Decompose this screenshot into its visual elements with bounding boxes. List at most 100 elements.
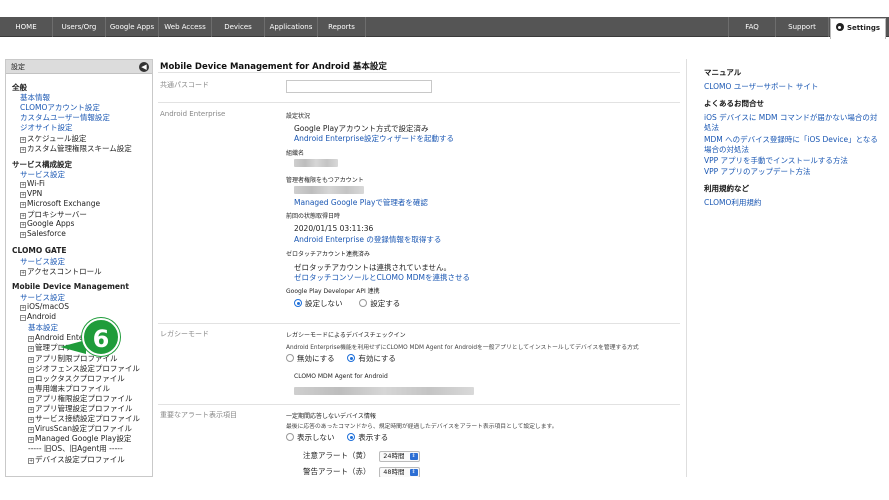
select-arrows-icon: ⇕	[409, 452, 418, 460]
legacy-enable-radio[interactable]	[347, 354, 356, 362]
legacy-disable-label: 無効にする	[297, 354, 335, 363]
expand-icon[interactable]: +	[28, 376, 34, 383]
sidebar-item-label: VirusScan設定プロファイル	[35, 424, 133, 434]
sidebar-item-label: ロックタスクプロファイル	[35, 373, 125, 383]
tab-applications[interactable]: Applications	[265, 17, 318, 37]
expand-icon[interactable]: +	[20, 305, 26, 311]
tab-home[interactable]: HOME	[0, 17, 53, 37]
select-arrows-icon: ⇕	[409, 468, 418, 476]
tab-faq[interactable]: FAQ	[728, 17, 776, 37]
terms-heading: 利用規約など	[704, 184, 749, 193]
faq-link-1[interactable]: iOS デバイスに MDM コマンドが届かない場合の対	[704, 112, 877, 123]
sidebar-item-label: サービス構成設定	[12, 159, 72, 169]
caution-alert-row: 注意アラート（黄） 24時間 ⇕	[303, 450, 420, 462]
tab-google-apps[interactable]: Google Apps	[106, 17, 159, 37]
sidebar-item-11[interactable]: + VPN	[20, 189, 42, 198]
tab-users-org[interactable]: Users/Org	[53, 17, 106, 37]
collapse-icon[interactable]: −	[20, 315, 26, 322]
expand-icon[interactable]: +	[28, 427, 34, 434]
alert-show-radio[interactable]	[347, 433, 356, 441]
expand-icon[interactable]: +	[28, 336, 34, 343]
expand-icon[interactable]: +	[28, 386, 34, 393]
expand-icon[interactable]: +	[20, 202, 26, 209]
gear-icon	[835, 23, 844, 31]
caution-alert-label: 注意アラート（黄）	[303, 451, 371, 460]
expand-icon[interactable]: +	[28, 407, 34, 413]
expand-icon[interactable]: +	[20, 213, 26, 220]
sidebar-item-6[interactable]: + カスタム管理権限スキーム設定	[20, 143, 132, 154]
collapse-sidebar-icon[interactable]: ◀	[139, 62, 149, 72]
sidebar-header: 設定 ◀	[6, 60, 152, 74]
sidebar-item-label: カスタムユーザー情報設定	[20, 113, 110, 123]
passcode-input[interactable]	[286, 80, 432, 93]
expand-icon[interactable]: +	[20, 269, 26, 276]
expand-icon[interactable]: +	[28, 437, 34, 444]
sidebar-item-19[interactable]: + アクセスコントロール	[20, 266, 102, 277]
play-api-on-radio[interactable]	[359, 299, 368, 307]
sidebar-item-14[interactable]: + Google Apps	[20, 219, 74, 229]
expand-icon[interactable]: +	[20, 232, 26, 239]
step-badge: 6	[82, 318, 120, 356]
faq-link-2-cont[interactable]: 場合の対処法	[704, 144, 749, 155]
tab-support[interactable]: Support	[776, 17, 829, 37]
faq-link-3[interactable]: VPP アプリを手動でインストールする方法	[704, 155, 848, 166]
sidebar-item-24[interactable]: − Android	[20, 312, 56, 322]
expand-icon[interactable]: +	[20, 222, 26, 229]
sidebar-item-label: プロキシサーバー	[27, 210, 87, 220]
sidebar-item-label: アプリ管理設定プロファイル	[35, 404, 133, 413]
tab-settings[interactable]: Settings	[830, 18, 886, 39]
expand-icon[interactable]: +	[28, 396, 34, 403]
caution-alert-select[interactable]: 24時間 ⇕	[379, 450, 420, 462]
sidebar-item-12[interactable]: + Microsoft Exchange	[20, 199, 100, 209]
expand-icon[interactable]: +	[20, 136, 26, 143]
managed-play-admin-link[interactable]: Managed Google Playで管理者を確認	[294, 197, 428, 208]
zero-touch-link[interactable]: ゼロタッチコンソールとCLOMO MDMを連携させる	[294, 272, 470, 283]
sidebar-item-label: ジオフェンス設定プロファイル	[35, 363, 140, 373]
expand-icon[interactable]: +	[20, 192, 26, 198]
expand-icon[interactable]: +	[20, 146, 26, 153]
faq-link-1-cont[interactable]: 処法	[704, 122, 719, 133]
manual-heading: マニュアル	[704, 68, 742, 77]
expand-icon[interactable]: +	[28, 366, 34, 373]
sidebar-item-10[interactable]: + Wi-Fi	[20, 179, 45, 188]
legacy-mode-label: レガシーモード	[160, 330, 209, 338]
tab-web-access[interactable]: Web Access	[159, 17, 212, 37]
sidebar-item-15[interactable]: + Salesforce	[20, 229, 66, 239]
sidebar-item-label: CLOMO GATE	[12, 245, 67, 255]
fetch-ae-info-link[interactable]: Android Enterprise の登録情報を取得する	[294, 234, 441, 245]
legacy-disable-radio[interactable]	[286, 354, 294, 362]
play-api-off-label: 設定しない	[305, 299, 343, 308]
sidebar-item-label: スケジュール設定	[27, 133, 87, 143]
expand-icon[interactable]: +	[28, 356, 34, 363]
support-site-link[interactable]: CLOMO ユーザーサポート サイト	[704, 81, 818, 92]
warning-alert-select[interactable]: 48時間 ⇕	[379, 466, 420, 477]
sidebar-item-label: サービス設定	[20, 292, 65, 302]
play-api-off-radio[interactable]	[294, 299, 302, 307]
tab-reports[interactable]: Reports	[318, 17, 366, 37]
warning-alert-value: 48時間	[383, 467, 405, 476]
org-name-value	[294, 158, 338, 167]
expand-icon[interactable]: +	[28, 457, 34, 464]
zero-touch-label: ゼロタッチアカウント連携済み	[286, 251, 371, 258]
last-fetch-value: 2020/01/15 03:11:36	[294, 224, 374, 233]
tab-settings-label: Settings	[846, 24, 881, 32]
sidebar-item-38[interactable]: + デバイス設定プロファイル	[28, 454, 125, 465]
divider	[158, 404, 680, 405]
sidebar-item-label: 専用端末プロファイル	[35, 383, 110, 393]
sidebar-item-label: サービス接続設定プロファイル	[35, 414, 140, 424]
expand-icon[interactable]: +	[28, 417, 34, 424]
sidebar-item-label: Salesforce	[27, 229, 66, 239]
sidebar-item-23[interactable]: + iOS/macOS	[20, 302, 69, 311]
terms-link[interactable]: CLOMO利用規約	[704, 197, 761, 208]
sidebar-section-heading: Mobile Device Management	[12, 282, 129, 291]
tab-devices[interactable]: Devices	[212, 17, 265, 37]
main-content: Mobile Device Management for Android 基本設…	[158, 59, 680, 477]
alert-hide-radio[interactable]	[286, 433, 294, 441]
faq-link-4[interactable]: VPP アプリのアップデート方法	[704, 166, 811, 177]
ae-wizard-link[interactable]: Android Enterprise設定ウィザードを起動する	[294, 133, 454, 144]
warning-alert-label: 警告アラート（赤）	[303, 467, 371, 476]
expand-icon[interactable]: +	[20, 181, 26, 188]
alert-show-label: 表示する	[358, 433, 389, 442]
warning-alert-row: 警告アラート（赤） 48時間 ⇕	[303, 466, 420, 477]
expand-icon[interactable]: +	[28, 346, 34, 353]
